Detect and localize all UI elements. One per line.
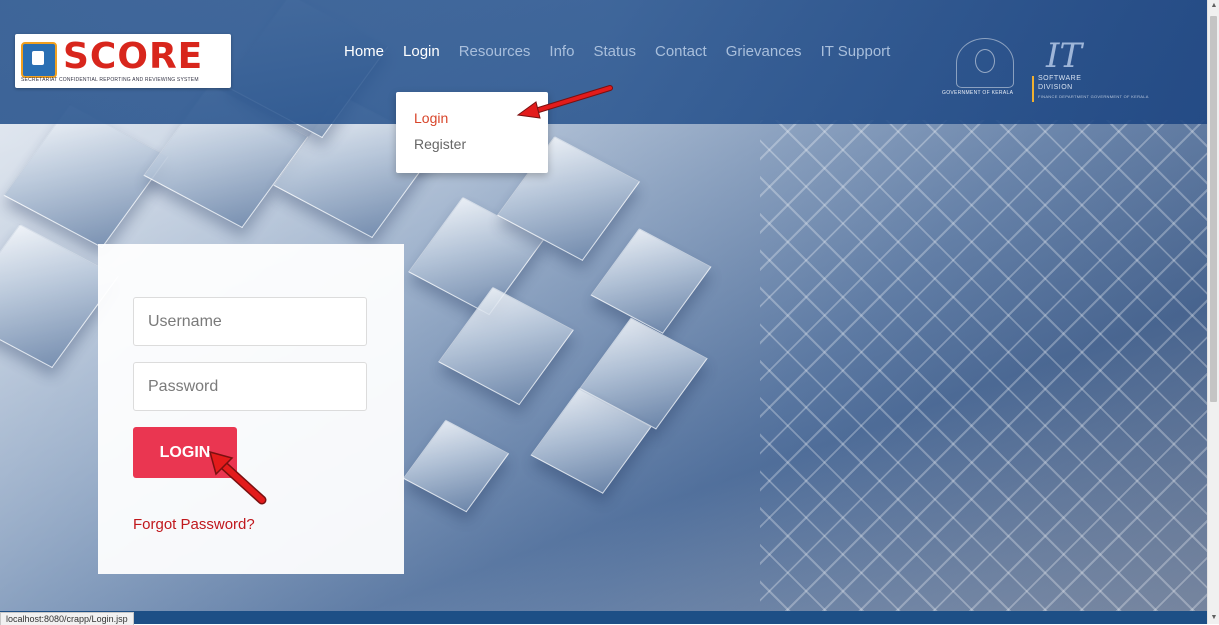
it-mark: IT [1046,36,1083,76]
main-nav: Home Login Resources Info Status Contact… [344,43,909,60]
gov-label: GOVERNMENT OF KERALA [942,90,1014,96]
score-logo[interactable]: SCORE SECRETARIAT CONFIDENTIAL REPORTING… [15,34,231,88]
nav-login[interactable]: Login [403,43,440,60]
status-bar-url: localhost:8080/crapp/Login.jsp [0,612,134,625]
vertical-scrollbar[interactable]: ▲ ▼ [1207,0,1219,624]
nav-info[interactable]: Info [549,43,574,60]
score-emblem-icon [21,42,57,78]
page-viewport: SCORE SECRETARIAT CONFIDENTIAL REPORTING… [0,0,1207,624]
login-dropdown-menu: Login Register [396,92,548,173]
forgot-password-link[interactable]: Forgot Password? [133,516,255,533]
dropdown-item-register[interactable]: Register [414,136,466,152]
nav-status[interactable]: Status [593,43,636,60]
background-cube [590,228,712,334]
login-button[interactable]: LOGIN [133,427,237,478]
nav-home[interactable]: Home [344,43,384,60]
it-line-division: DIVISION [1038,84,1073,91]
page-footer-bar [0,611,1207,624]
it-line-department: FINANCE DEPARTMENT GOVERNMENT OF KERALA [1038,94,1149,99]
nav-grievances[interactable]: Grievances [726,43,802,60]
background-cube [402,419,510,513]
government-of-kerala-logo: GOVERNMENT OF KERALA [942,38,1026,102]
kerala-seal-icon [956,38,1014,88]
background-grid-pattern [760,120,1207,620]
scroll-down-icon[interactable]: ▼ [1208,612,1219,624]
dropdown-item-login[interactable]: Login [414,110,448,126]
it-line-software: SOFTWARE [1038,75,1082,82]
logo-subtitle: SECRETARIAT CONFIDENTIAL REPORTING AND R… [21,77,199,83]
password-input[interactable] [133,362,367,411]
scroll-thumb[interactable] [1210,16,1217,402]
it-software-division-logo: IT SOFTWARE DIVISION FINANCE DEPARTMENT … [1032,36,1148,102]
nav-contact[interactable]: Contact [655,43,707,60]
it-divider [1032,76,1034,102]
nav-resources[interactable]: Resources [459,43,531,60]
nav-it-support[interactable]: IT Support [821,43,891,60]
username-input[interactable] [133,297,367,346]
logo-title: SCORE [63,36,204,77]
scroll-up-icon[interactable]: ▲ [1208,0,1219,12]
login-panel: LOGIN Forgot Password? [98,244,404,574]
background-cube [438,286,574,406]
site-header: SCORE SECRETARIAT CONFIDENTIAL REPORTING… [0,0,1207,124]
